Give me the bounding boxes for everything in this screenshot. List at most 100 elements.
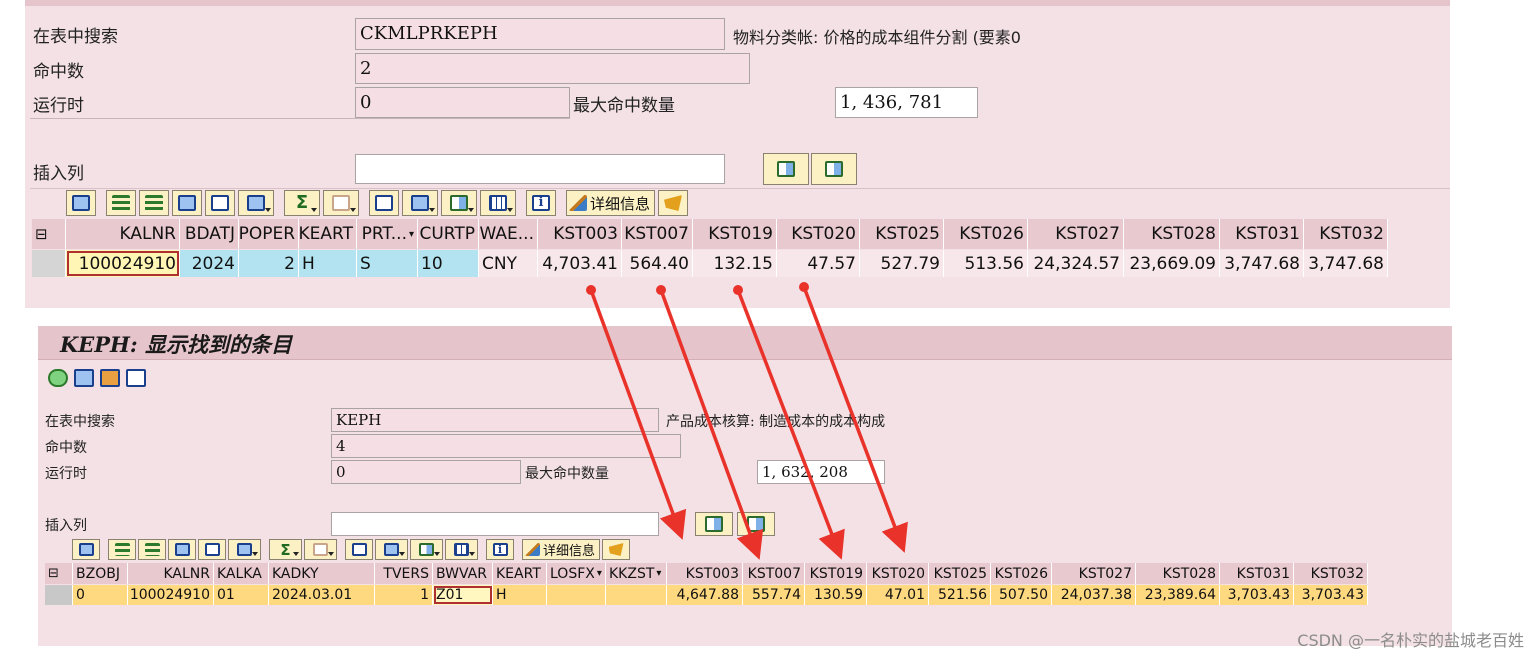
- cell-kalnr[interactable]: 100024910: [128, 585, 214, 605]
- row-selector[interactable]: [32, 250, 66, 277]
- insert-all-columns-button[interactable]: [811, 153, 857, 185]
- col-kst026[interactable]: KST026: [944, 219, 1028, 249]
- search-table-field[interactable]: CKMLPRKEPH: [355, 18, 725, 50]
- cell-kst026[interactable]: 513.56: [944, 250, 1028, 277]
- list-icon[interactable]: [126, 369, 146, 387]
- sort-descending-button[interactable]: [139, 190, 169, 216]
- print-button[interactable]: [369, 190, 399, 216]
- bottom-hint-button[interactable]: [602, 539, 631, 560]
- col-bzobj[interactable]: BZOBJ: [73, 563, 128, 584]
- col-kst031[interactable]: KST031: [1220, 563, 1294, 584]
- find-next-button[interactable]: [205, 190, 235, 216]
- cell-kst027[interactable]: 24,037.38: [1052, 585, 1136, 605]
- detail-info-button[interactable]: 详细信息: [566, 190, 656, 216]
- col-poper[interactable]: POPER: [239, 219, 299, 249]
- cell-kst026[interactable]: 507.50: [991, 585, 1052, 605]
- col-keart[interactable]: KEART: [493, 563, 547, 584]
- details-button[interactable]: [66, 190, 96, 216]
- col-losfx[interactable]: LOSFX ▾: [547, 563, 606, 584]
- bottom-max-hits-field[interactable]: 1, 632, 208: [757, 460, 885, 484]
- col-kst020[interactable]: KST020: [777, 219, 860, 249]
- cell-kst003[interactable]: 4,647.88: [667, 585, 743, 605]
- bottom-sort-ascending-button[interactable]: [108, 539, 136, 560]
- col-kst032[interactable]: KST032: [1304, 219, 1388, 249]
- info-button[interactable]: i: [526, 190, 556, 216]
- selection-options-icon[interactable]: [74, 369, 94, 387]
- col-kst027[interactable]: KST027: [1028, 219, 1124, 249]
- table-row[interactable]: 100024910 2024 2 H S 10 CNY 4,703.41 564…: [32, 250, 1388, 277]
- refresh-icon[interactable]: [48, 369, 68, 387]
- sort-ascending-button[interactable]: [106, 190, 136, 216]
- bottom-layout-button[interactable]: [445, 539, 478, 560]
- col-kst028[interactable]: KST028: [1124, 219, 1220, 249]
- bottom-print-button[interactable]: [345, 539, 373, 560]
- table-row[interactable]: 0 100024910 01 2024.03.01 1 Z01 H 4,647.…: [45, 585, 1368, 605]
- cell-kst031[interactable]: 3,747.68: [1220, 250, 1304, 277]
- cell-keart[interactable]: H: [299, 250, 357, 277]
- cell-kst028[interactable]: 23,389.64: [1136, 585, 1220, 605]
- grid-layout-selector[interactable]: ⊟: [32, 219, 66, 249]
- bottom-grid-layout-selector[interactable]: ⊟: [45, 563, 73, 584]
- cell-kalka[interactable]: 01: [214, 585, 269, 605]
- cell-kst027[interactable]: 24,324.57: [1028, 250, 1124, 277]
- views-button[interactable]: [402, 190, 438, 216]
- col-prtyp[interactable]: PRT... ▾: [357, 219, 418, 249]
- col-kalka[interactable]: KALKA: [214, 563, 269, 584]
- bottom-views-button[interactable]: [375, 539, 408, 560]
- col-kst019[interactable]: KST019: [693, 219, 777, 249]
- col-waers[interactable]: WAE...: [479, 219, 538, 249]
- bottom-detail-info-button[interactable]: 详细信息: [522, 539, 601, 560]
- bottom-subtotal-button[interactable]: [304, 539, 337, 560]
- cell-kkzst[interactable]: [606, 585, 667, 605]
- col-kst031[interactable]: KST031: [1220, 219, 1304, 249]
- max-hits-field[interactable]: 1, 436, 781: [835, 87, 978, 118]
- bottom-insert-column-button[interactable]: [695, 512, 733, 536]
- bottom-insert-all-columns-button[interactable]: [737, 512, 775, 536]
- cell-bwvar[interactable]: Z01: [433, 585, 493, 605]
- cell-keart[interactable]: H: [493, 585, 547, 605]
- bottom-info-button[interactable]: i: [486, 539, 514, 560]
- bottom-filter-button[interactable]: [228, 539, 261, 560]
- bottom-details-button[interactable]: [72, 539, 100, 560]
- col-kst025[interactable]: KST025: [929, 563, 991, 584]
- export-button[interactable]: [441, 190, 477, 216]
- insert-column-button[interactable]: [763, 153, 809, 185]
- cell-kst019[interactable]: 130.59: [805, 585, 867, 605]
- cell-kst019[interactable]: 132.15: [693, 250, 777, 277]
- bottom-find-next-button[interactable]: [198, 539, 226, 560]
- cell-kst025[interactable]: 521.56: [929, 585, 991, 605]
- col-bwvar[interactable]: BWVAR: [433, 563, 493, 584]
- col-kst003[interactable]: KST003: [667, 563, 743, 584]
- cell-poper[interactable]: 2: [239, 250, 299, 277]
- cell-tvers[interactable]: 1: [375, 585, 433, 605]
- col-kkzst[interactable]: KKZST ▾: [606, 563, 667, 584]
- col-kst028[interactable]: KST028: [1136, 563, 1220, 584]
- cell-kalnr[interactable]: 100024910: [66, 250, 180, 277]
- cell-kst007[interactable]: 564.40: [622, 250, 693, 277]
- layout-button[interactable]: [480, 190, 516, 216]
- col-curtp[interactable]: CURTP: [418, 219, 479, 249]
- cell-kst028[interactable]: 23,669.09: [1124, 250, 1220, 277]
- cell-kst031[interactable]: 3,703.43: [1220, 585, 1294, 605]
- cell-bdatj[interactable]: 2024: [180, 250, 239, 277]
- cell-kst007[interactable]: 557.74: [743, 585, 805, 605]
- col-kalnr[interactable]: KALNR: [128, 563, 214, 584]
- col-keart[interactable]: KEART: [299, 219, 357, 249]
- cell-kst032[interactable]: 3,747.68: [1304, 250, 1388, 277]
- col-kadky[interactable]: KADKY: [269, 563, 375, 584]
- col-kst019[interactable]: KST019: [805, 563, 867, 584]
- bottom-export-button[interactable]: [410, 539, 443, 560]
- col-kst027[interactable]: KST027: [1052, 563, 1136, 584]
- col-kst025[interactable]: KST025: [860, 219, 944, 249]
- cell-kst003[interactable]: 4,703.41: [538, 250, 622, 277]
- hint-button[interactable]: [658, 190, 689, 216]
- insert-column-field[interactable]: [355, 154, 725, 184]
- bottom-sort-descending-button[interactable]: [138, 539, 166, 560]
- cell-kst020[interactable]: 47.57: [777, 250, 860, 277]
- cell-kadky[interactable]: 2024.03.01: [269, 585, 375, 605]
- total-button[interactable]: Σ: [284, 190, 320, 216]
- cell-curtp[interactable]: 10: [418, 250, 479, 277]
- filter-button[interactable]: [238, 190, 274, 216]
- cell-losfx[interactable]: [547, 585, 606, 605]
- col-kst007[interactable]: KST007: [622, 219, 693, 249]
